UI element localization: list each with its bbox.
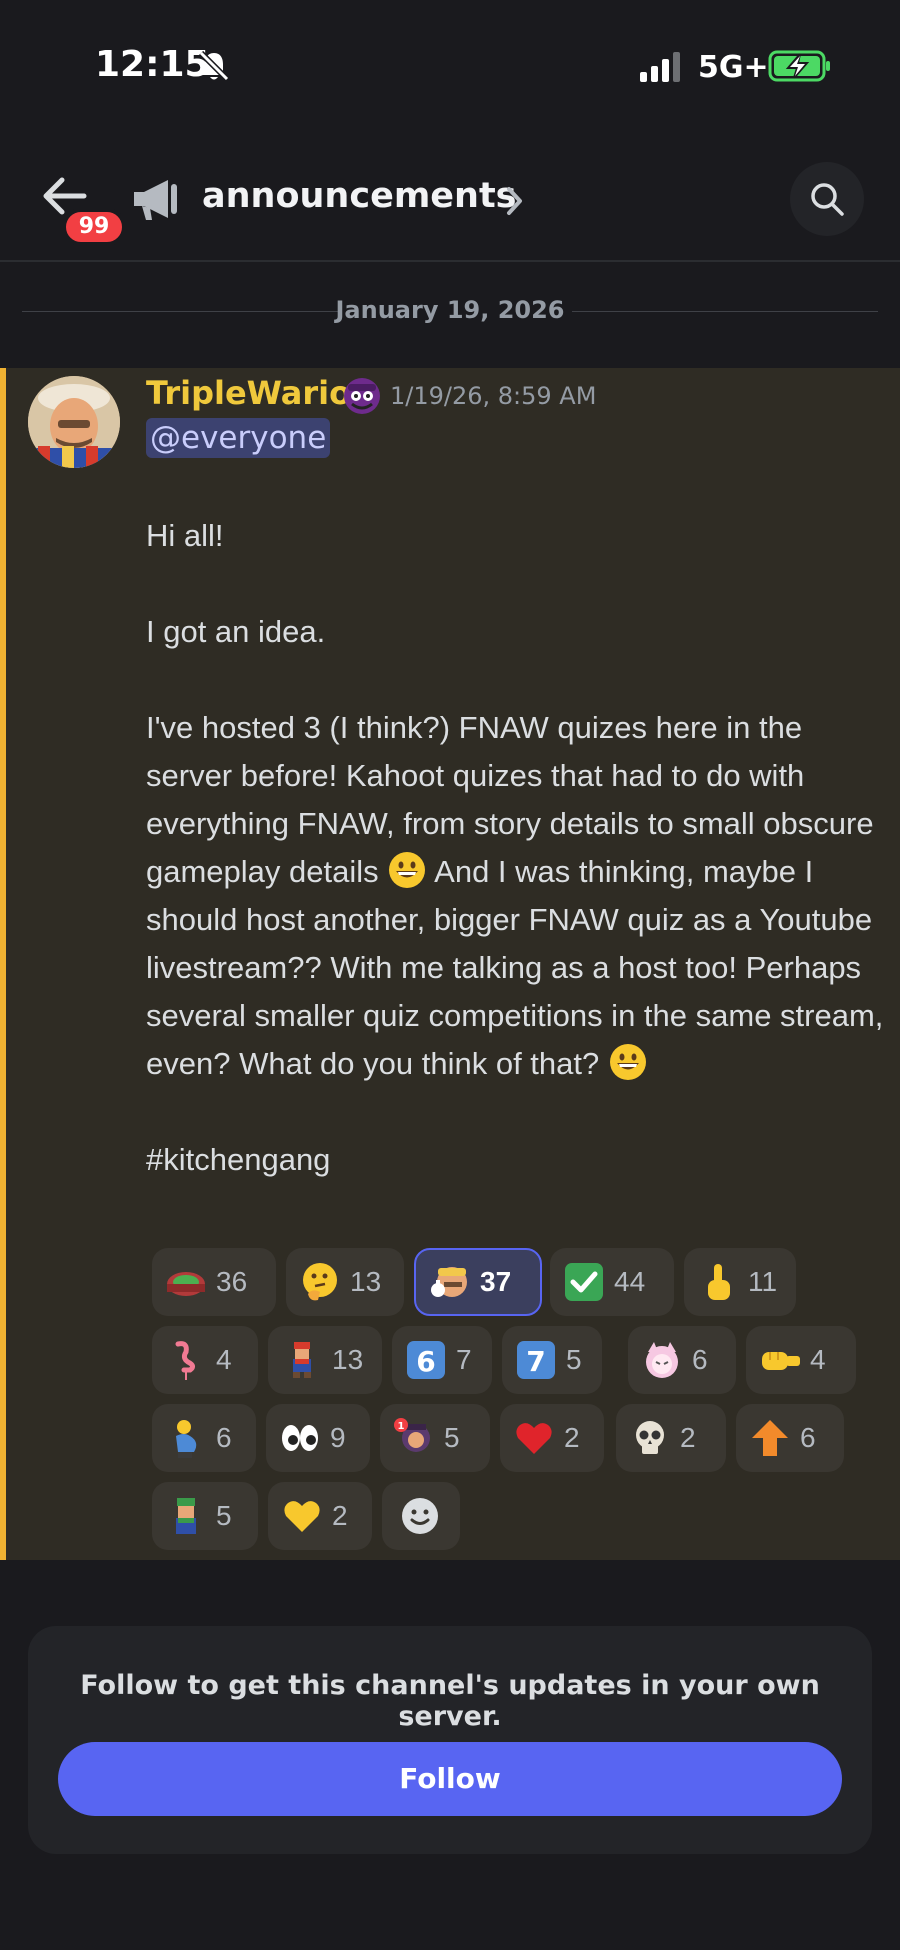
date-divider: January 19, 2026 [0, 290, 900, 334]
status-time: 12:15 [95, 44, 210, 85]
waluigi-icon: 1 [394, 1418, 430, 1452]
channel-header: 99 announcements [0, 150, 900, 262]
skull-icon [636, 1421, 664, 1454]
check-mark-icon [565, 1263, 603, 1301]
follow-description: Follow to get this channel's updates in … [80, 1670, 820, 1732]
reaction-eyes[interactable]: 9 [266, 1404, 370, 1472]
reaction-luigi[interactable]: 5 [152, 1482, 258, 1550]
reaction-pointing-up[interactable]: 11 [684, 1248, 796, 1316]
eyes-icon [282, 1425, 318, 1451]
reaction-yellow-heart[interactable]: 2 [268, 1482, 372, 1550]
chevron-right-icon[interactable] [504, 184, 526, 218]
message[interactable]: TripleWario 1/19/26, 8:59 AM @everyone H… [0, 368, 900, 1560]
message-paragraph: Hi all! [146, 518, 224, 553]
message-paragraph: I got an idea. [146, 614, 326, 649]
everyone-mention[interactable]: @everyone [146, 418, 331, 458]
battery-charging-icon [768, 50, 830, 82]
keycap-7-icon: 7 [517, 1341, 555, 1379]
bell-off-icon [198, 50, 230, 82]
message-paragraph: I've hosted 3 (I think?) FNAW quizes her… [146, 704, 886, 1088]
reaction-red-heart[interactable]: 2 [500, 1404, 604, 1472]
signal-icon [640, 52, 680, 82]
grinning-face-icon [389, 852, 426, 888]
pointing-up-icon [708, 1264, 730, 1300]
divider-line-right [572, 311, 878, 312]
unread-badge: 99 [62, 208, 126, 246]
message-body: Hi all! I got an idea. I've hosted 3 (I … [146, 512, 886, 1184]
reaction-keycap-6[interactable]: 6 7 [392, 1326, 492, 1394]
network-type: 5G+ [698, 50, 769, 85]
anime-girl-icon [646, 1342, 678, 1378]
luigi-icon [176, 1498, 196, 1534]
left-fist-icon [762, 1352, 800, 1370]
reaction-wario-thumbs[interactable]: 37 [414, 1248, 542, 1316]
follow-card: Follow to get this channel's updates in … [28, 1626, 872, 1854]
reaction-check[interactable]: 44 [550, 1248, 674, 1316]
thinking-face-icon [303, 1263, 337, 1301]
reaction-anime-girl[interactable]: 6 [628, 1326, 736, 1394]
status-bar: 12:15 5G+ [0, 0, 900, 130]
search-icon [811, 183, 844, 216]
reaction-keycap-7[interactable]: 7 5 [502, 1326, 602, 1394]
up-arrow-icon [752, 1420, 788, 1456]
role-icon [344, 378, 380, 414]
reaction-pregnant-man[interactable]: 6 [152, 1404, 256, 1472]
avatar[interactable] [28, 376, 120, 468]
reaction-stadium[interactable]: 36 [152, 1248, 276, 1316]
keycap-6-icon: 6 [407, 1341, 445, 1379]
svg-text:1: 1 [398, 1421, 405, 1432]
follow-button[interactable]: Follow [58, 1742, 842, 1816]
wario-thumbs-icon [431, 1267, 467, 1297]
svg-text:6: 6 [416, 1345, 435, 1378]
reaction-skull[interactable]: 2 [616, 1404, 726, 1472]
author-name[interactable]: TripleWario [146, 374, 351, 412]
reaction-mario[interactable]: 13 [268, 1326, 382, 1394]
message-timestamp: 1/19/26, 8:59 AM [390, 382, 597, 410]
grinning-face-icon [609, 1044, 646, 1080]
reaction-up-arrow[interactable]: 6 [736, 1404, 844, 1472]
add-reaction-icon [402, 1498, 438, 1534]
hashtag: #kitchengang [146, 1142, 331, 1177]
yellow-heart-icon [284, 1501, 320, 1532]
flamingo-icon [175, 1341, 196, 1380]
stadium-icon [167, 1272, 205, 1296]
mario-icon [293, 1342, 311, 1378]
red-heart-icon [516, 1423, 552, 1454]
reaction-flamingo[interactable]: 4 [152, 1326, 258, 1394]
date-label: January 19, 2026 [335, 296, 565, 324]
megaphone-icon [134, 180, 177, 220]
svg-text:7: 7 [526, 1345, 545, 1378]
search-button[interactable] [790, 162, 864, 236]
add-reaction-button[interactable] [382, 1482, 460, 1550]
reaction-waluigi[interactable]: 1 5 [380, 1404, 490, 1472]
pregnant-man-icon [176, 1420, 197, 1458]
reaction-left-fist[interactable]: 4 [746, 1326, 856, 1394]
channel-name[interactable]: announcements [202, 176, 517, 216]
reaction-thinking[interactable]: 13 [286, 1248, 404, 1316]
